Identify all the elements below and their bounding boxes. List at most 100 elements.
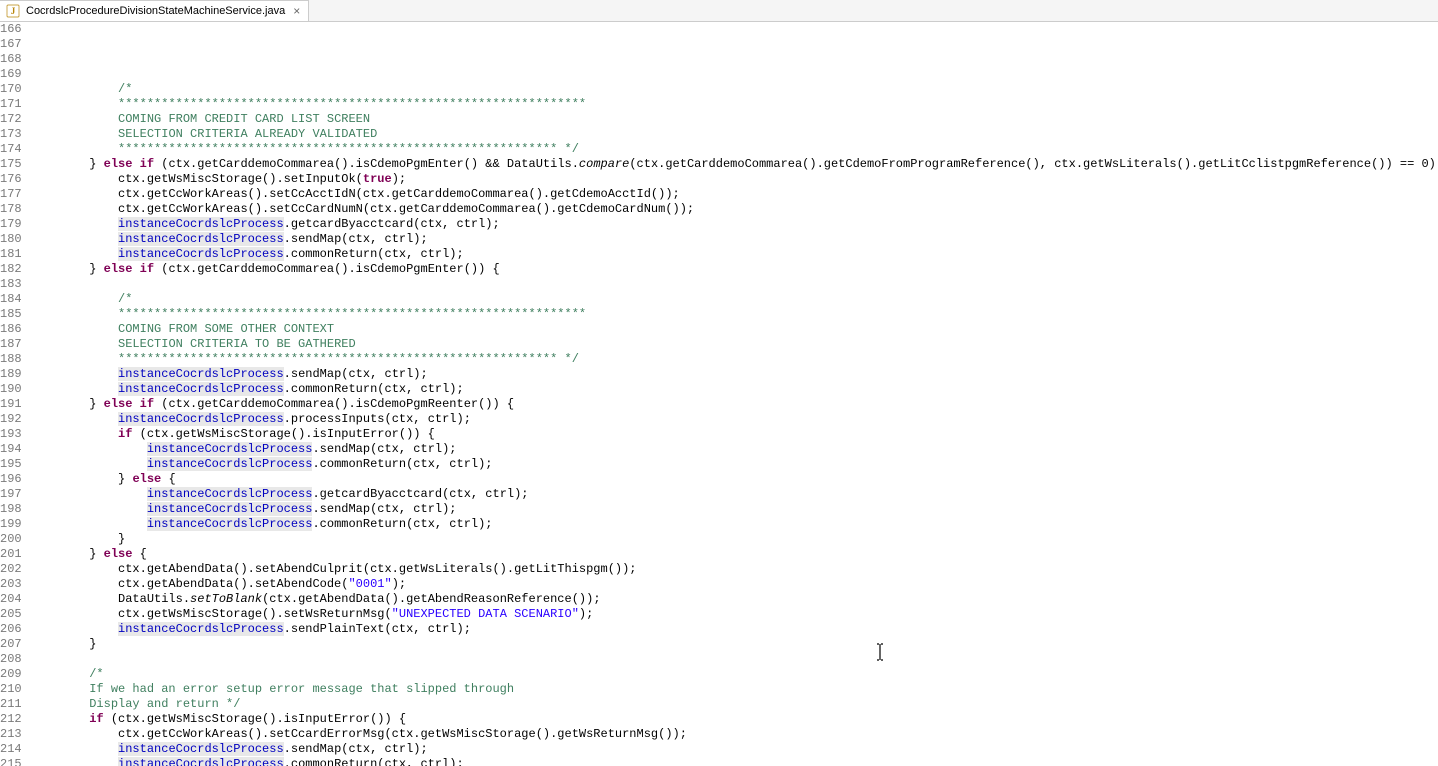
line-number: 192 [0, 412, 22, 427]
line-number: 191 [0, 397, 22, 412]
tab-filename: CocrdslcProcedureDivisionStateMachineSer… [26, 5, 285, 17]
code-line[interactable]: ctx.getCcWorkAreas().setCcCardNumN(ctx.g… [32, 202, 1438, 217]
line-number: 196 [0, 472, 22, 487]
line-number: 195 [0, 457, 22, 472]
line-number: 171 [0, 97, 22, 112]
code-line[interactable]: instanceCocrdslcProcess.commonReturn(ctx… [32, 382, 1438, 397]
code-line[interactable]: ctx.getCcWorkAreas().setCcAcctIdN(ctx.ge… [32, 187, 1438, 202]
line-number: 181 [0, 247, 22, 262]
code-line[interactable]: /* [32, 82, 1438, 97]
code-line[interactable]: instanceCocrdslcProcess.sendMap(ctx, ctr… [32, 367, 1438, 382]
code-line[interactable]: ****************************************… [32, 97, 1438, 112]
code-line[interactable]: ctx.getWsMiscStorage().setWsReturnMsg("U… [32, 607, 1438, 622]
line-number: 204 [0, 592, 22, 607]
line-number: 169 [0, 67, 22, 82]
code-line[interactable]: ****************************************… [32, 142, 1438, 157]
code-line[interactable]: instanceCocrdslcProcess.commonReturn(ctx… [32, 457, 1438, 472]
code-line[interactable]: ctx.getAbendData().setAbendCode("0001"); [32, 577, 1438, 592]
line-number: 172 [0, 112, 22, 127]
code-line[interactable]: } else if (ctx.getCarddemoCommarea().isC… [32, 157, 1438, 172]
line-number: 178 [0, 202, 22, 217]
code-line[interactable]: if (ctx.getWsMiscStorage().isInputError(… [32, 427, 1438, 442]
line-number: 200 [0, 532, 22, 547]
code-line[interactable]: if (ctx.getWsMiscStorage().isInputError(… [32, 712, 1438, 727]
code-line[interactable]: instanceCocrdslcProcess.sendMap(ctx, ctr… [32, 502, 1438, 517]
code-line[interactable]: SELECTION CRITERIA ALREADY VALIDATED [32, 127, 1438, 142]
code-line[interactable]: If we had an error setup error message t… [32, 682, 1438, 697]
line-number: 190 [0, 382, 22, 397]
line-number: 215 [0, 757, 22, 766]
line-number: 193 [0, 427, 22, 442]
line-number: 194 [0, 442, 22, 457]
line-number: 205 [0, 607, 22, 622]
code-line[interactable]: SELECTION CRITERIA TO BE GATHERED [32, 337, 1438, 352]
code-line[interactable]: ****************************************… [32, 307, 1438, 322]
code-line[interactable]: DataUtils.setToBlank(ctx.getAbendData().… [32, 592, 1438, 607]
line-number: 183 [0, 277, 22, 292]
close-icon[interactable]: × [291, 4, 302, 18]
code-line[interactable]: } [32, 637, 1438, 652]
code-line[interactable]: instanceCocrdslcProcess.sendMap(ctx, ctr… [32, 442, 1438, 457]
code-line[interactable]: instanceCocrdslcProcess.commonReturn(ctx… [32, 517, 1438, 532]
code-line[interactable]: instanceCocrdslcProcess.sendMap(ctx, ctr… [32, 742, 1438, 757]
code-line[interactable] [32, 652, 1438, 667]
line-number: 177 [0, 187, 22, 202]
code-line[interactable]: /* [32, 292, 1438, 307]
code-line[interactable]: instanceCocrdslcProcess.commonReturn(ctx… [32, 757, 1438, 766]
code-line[interactable]: ctx.getCcWorkAreas().setCcardErrorMsg(ct… [32, 727, 1438, 742]
code-line[interactable]: instanceCocrdslcProcess.commonReturn(ctx… [32, 247, 1438, 262]
line-number: 201 [0, 547, 22, 562]
line-number: 213 [0, 727, 22, 742]
tab-file[interactable]: J CocrdslcProcedureDivisionStateMachineS… [0, 0, 309, 21]
code-editor[interactable]: 1661671681691701711721731741751761771781… [0, 22, 1438, 766]
code-line[interactable]: Display and return */ [32, 697, 1438, 712]
code-line[interactable] [32, 277, 1438, 292]
line-number: 174 [0, 142, 22, 157]
java-file-icon: J [6, 4, 20, 18]
line-number: 188 [0, 352, 22, 367]
line-number: 211 [0, 697, 22, 712]
code-line[interactable]: instanceCocrdslcProcess.processInputs(ct… [32, 412, 1438, 427]
line-number: 203 [0, 577, 22, 592]
code-line[interactable]: COMING FROM CREDIT CARD LIST SCREEN [32, 112, 1438, 127]
line-number: 185 [0, 307, 22, 322]
code-line[interactable]: ctx.getWsMiscStorage().setInputOk(true); [32, 172, 1438, 187]
svg-text:J: J [11, 6, 16, 16]
code-line[interactable]: instanceCocrdslcProcess.sendPlainText(ct… [32, 622, 1438, 637]
tab-bar: J CocrdslcProcedureDivisionStateMachineS… [0, 0, 1438, 22]
line-number: 189 [0, 367, 22, 382]
code-line[interactable]: ctx.getAbendData().setAbendCulprit(ctx.g… [32, 562, 1438, 577]
code-line[interactable]: } else { [32, 472, 1438, 487]
code-line[interactable]: } else { [32, 547, 1438, 562]
code-line[interactable]: COMING FROM SOME OTHER CONTEXT [32, 322, 1438, 337]
code-line[interactable]: } else if (ctx.getCarddemoCommarea().isC… [32, 397, 1438, 412]
code-line[interactable]: ****************************************… [32, 352, 1438, 367]
code-line[interactable] [32, 67, 1438, 82]
line-number: 167 [0, 37, 22, 52]
code-line[interactable]: instanceCocrdslcProcess.getcardByacctcar… [32, 487, 1438, 502]
line-number: 184 [0, 292, 22, 307]
line-number: 212 [0, 712, 22, 727]
line-number: 198 [0, 502, 22, 517]
code-line[interactable]: } else if (ctx.getCarddemoCommarea().isC… [32, 262, 1438, 277]
line-number: 168 [0, 52, 22, 67]
line-number: 173 [0, 127, 22, 142]
line-number: 179 [0, 217, 22, 232]
line-number: 180 [0, 232, 22, 247]
line-number: 214 [0, 742, 22, 757]
line-number: 166 [0, 22, 22, 37]
code-line[interactable]: instanceCocrdslcProcess.sendMap(ctx, ctr… [32, 232, 1438, 247]
line-number: 197 [0, 487, 22, 502]
line-number: 175 [0, 157, 22, 172]
code-line[interactable]: instanceCocrdslcProcess.getcardByacctcar… [32, 217, 1438, 232]
line-number: 186 [0, 322, 22, 337]
code-line[interactable]: /* [32, 667, 1438, 682]
line-number: 209 [0, 667, 22, 682]
line-number: 206 [0, 622, 22, 637]
line-number-gutter: 1661671681691701711721731741751761771781… [0, 22, 32, 766]
line-number: 176 [0, 172, 22, 187]
code-area[interactable]: /* *************************************… [32, 22, 1438, 766]
line-number: 182 [0, 262, 22, 277]
line-number: 210 [0, 682, 22, 697]
code-line[interactable]: } [32, 532, 1438, 547]
